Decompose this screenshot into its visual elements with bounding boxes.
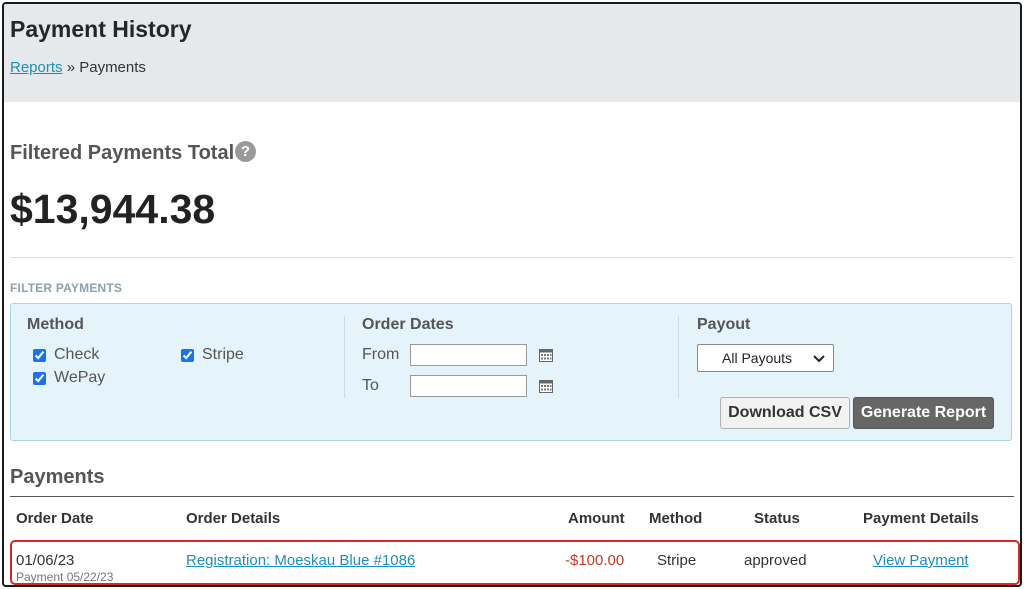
method-wepay-checkbox[interactable]: WePay: [33, 369, 105, 387]
calendar-icon[interactable]: [539, 348, 553, 362]
amount-cell: -$100.00: [565, 552, 625, 569]
from-label: From: [362, 346, 400, 363]
column-header-payment-details: Payment Details: [863, 510, 979, 527]
page-header: Payment History Reports » Payments: [4, 4, 1020, 102]
column-header-status: Status: [754, 510, 800, 527]
column-header-order-details: Order Details: [186, 510, 281, 527]
method-check-checkbox[interactable]: Check: [33, 346, 99, 364]
filter-panel: Method Check Stripe WePay Order Dates Fr…: [10, 303, 1012, 441]
wepay-checkbox-input[interactable]: [33, 371, 46, 385]
breadcrumb: Reports » Payments: [10, 59, 146, 76]
table-top-divider: [10, 496, 1014, 497]
filtered-total-value: $13,944.38: [10, 186, 216, 232]
payment-date-cell: Payment 05/22/23: [16, 570, 114, 584]
group-separator: [344, 316, 345, 398]
filter-payments-heading: FILTER PAYMENTS: [10, 281, 123, 295]
method-group-title: Method: [27, 316, 84, 333]
status-cell: approved: [744, 552, 807, 569]
view-payment-link[interactable]: View Payment: [873, 552, 969, 569]
payout-group-title: Payout: [697, 316, 751, 333]
breadcrumb-current: Payments: [79, 59, 146, 76]
stripe-checkbox-input[interactable]: [181, 348, 194, 362]
download-csv-button[interactable]: Download CSV: [720, 397, 850, 429]
generate-report-button[interactable]: Generate Report: [853, 397, 994, 429]
wepay-checkbox-label: WePay: [54, 369, 106, 386]
check-checkbox-label: Check: [54, 346, 100, 363]
column-header-amount: Amount: [568, 510, 625, 527]
group-separator: [678, 316, 679, 398]
method-cell: Stripe: [657, 552, 697, 569]
payout-select[interactable]: All Payouts: [697, 344, 834, 372]
column-header-method: Method: [649, 510, 703, 527]
to-label: To: [362, 377, 379, 394]
page-title: Payment History: [10, 16, 192, 42]
table-row: 01/06/23 Payment 05/22/23 Registration: …: [10, 540, 1020, 585]
question-circle-icon[interactable]: ?: [235, 141, 256, 162]
stripe-checkbox-label: Stripe: [202, 346, 244, 363]
to-date-input[interactable]: [410, 375, 527, 397]
order-date-cell: 01/06/23: [16, 552, 75, 569]
breadcrumb-separator: »: [66, 59, 76, 76]
order-details-link[interactable]: Registration: Moeskau Blue #1086: [186, 552, 415, 569]
order-dates-group-title: Order Dates: [362, 316, 454, 333]
from-date-input[interactable]: [410, 344, 527, 366]
column-header-order-date: Order Date: [16, 510, 94, 527]
method-stripe-checkbox[interactable]: Stripe: [181, 346, 244, 364]
breadcrumb-reports-link[interactable]: Reports: [10, 59, 63, 76]
divider: [10, 257, 1014, 258]
payout-select-value: All Payouts: [722, 350, 793, 366]
app-window: Payment History Reports » Payments Filte…: [2, 2, 1022, 587]
calendar-icon[interactable]: [539, 379, 553, 393]
chevron-down-icon: [813, 355, 825, 363]
filtered-total-label: Filtered Payments Total: [10, 142, 235, 164]
check-checkbox-input[interactable]: [33, 348, 46, 362]
payments-section-title: Payments: [10, 466, 105, 488]
